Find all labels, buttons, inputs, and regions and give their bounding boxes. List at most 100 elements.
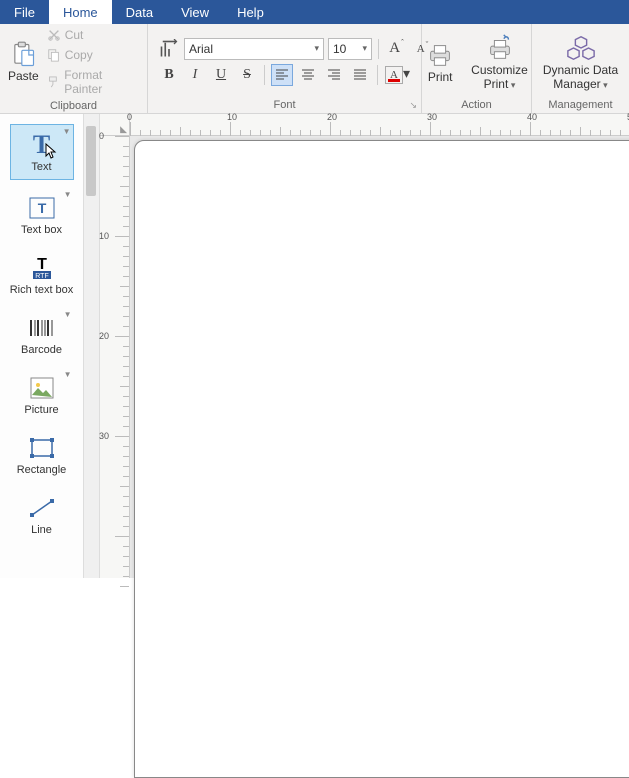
menu-tab-help[interactable]: Help [223, 0, 278, 24]
design-canvas[interactable]: 01020304050 0102030 [100, 114, 629, 578]
chevron-down-icon: ▼ [64, 190, 72, 199]
tool-line[interactable]: Line [10, 488, 74, 540]
scale-button[interactable] [158, 38, 180, 60]
tool-rectangle-label: Rectangle [17, 464, 67, 476]
align-right-icon [327, 68, 341, 82]
tool-picture-label: Picture [24, 404, 58, 416]
dynamic-data-manager-button[interactable]: Dynamic Data Manager [536, 31, 625, 93]
font-color-button[interactable]: A ▾ [384, 64, 414, 86]
ribbon-group-clipboard: Paste Cut Copy Format Painter Clipboard [0, 24, 148, 113]
paste-icon [9, 41, 37, 69]
bold-icon: B [164, 67, 173, 83]
font-size-value: 10 [333, 42, 346, 56]
tool-rich-text-box-label: Rich text box [10, 284, 74, 296]
italic-button[interactable]: I [184, 64, 206, 86]
align-center-button[interactable] [297, 64, 319, 86]
menu-tab-home[interactable]: Home [49, 0, 112, 24]
menu-bar: File Home Data View Help [0, 0, 629, 24]
chevron-down-icon: ▼ [63, 127, 71, 136]
vertical-scrollbar[interactable] [84, 114, 100, 578]
tool-line-label: Line [31, 524, 52, 536]
rectangle-icon [26, 432, 58, 464]
scrollbar-thumb[interactable] [86, 126, 96, 196]
underline-icon: U [216, 67, 226, 83]
grow-font-button[interactable]: Aˆ [385, 38, 407, 60]
font-color-icon: A [385, 66, 403, 84]
rich-text-box-icon: TRTF [26, 252, 58, 284]
font-group-label: Font [152, 97, 417, 113]
separator [377, 65, 378, 85]
copy-button[interactable]: Copy [45, 46, 143, 64]
font-name-value: Arial [189, 42, 213, 56]
format-painter-button[interactable]: Format Painter [45, 66, 143, 98]
vertical-ruler: 0102030 [100, 136, 130, 578]
scale-icon [159, 39, 179, 59]
strikethrough-button[interactable]: S [236, 64, 258, 86]
ruler-corner [100, 114, 130, 136]
underline-button[interactable]: U [210, 64, 232, 86]
page-surface[interactable] [134, 140, 629, 778]
print-label: Print [428, 70, 453, 84]
svg-text:RTF: RTF [35, 273, 48, 280]
customize-print-button[interactable]: Customize Print [465, 31, 534, 93]
chevron-down-icon: ▾ [403, 66, 413, 83]
align-justify-button[interactable] [349, 64, 371, 86]
font-size-select[interactable]: 10 [328, 38, 372, 60]
customize-print-icon [485, 33, 515, 63]
chevron-down-icon: ▼ [64, 370, 72, 379]
paste-button[interactable]: Paste [4, 39, 43, 85]
tool-picture[interactable]: ▼ Picture [10, 368, 74, 420]
tool-text[interactable]: ▼ T Text [10, 124, 74, 180]
format-painter-label: Format Painter [64, 68, 141, 96]
svg-text:T: T [37, 200, 46, 216]
separator [264, 65, 265, 85]
customize-print-label: Customize Print [471, 63, 528, 91]
svg-text:T: T [37, 256, 47, 273]
tool-text-box-label: Text box [21, 224, 62, 236]
barcode-icon [26, 312, 58, 344]
action-group-label: Action [426, 97, 527, 113]
separator [378, 39, 379, 59]
line-icon [26, 492, 58, 524]
menu-tab-file[interactable]: File [0, 0, 49, 24]
print-icon [425, 40, 455, 70]
picture-icon [26, 372, 58, 404]
bold-button[interactable]: B [158, 64, 180, 86]
align-left-icon [275, 68, 289, 82]
main-area: ▼ T Text ▼ T Text box TRTF Rich text box… [0, 114, 629, 578]
ribbon-group-font: Arial 10 Aˆ Aˇ B I U S A ▾ [148, 24, 422, 113]
paste-label: Paste [8, 69, 39, 83]
format-painter-icon [47, 75, 61, 89]
clipboard-group-label: Clipboard [4, 98, 143, 114]
tool-barcode[interactable]: ▼ Barcode [10, 308, 74, 360]
cut-button[interactable]: Cut [45, 26, 143, 44]
copy-label: Copy [65, 48, 93, 62]
align-center-icon [301, 68, 315, 82]
align-right-button[interactable] [323, 64, 345, 86]
dynamic-data-manager-label: Dynamic Data Manager [542, 63, 619, 91]
cut-icon [47, 28, 61, 42]
ribbon: Paste Cut Copy Format Painter Clipboard [0, 24, 629, 114]
copy-icon [47, 48, 61, 62]
ribbon-group-management: Dynamic Data Manager Management [532, 24, 629, 113]
menu-tab-view[interactable]: View [167, 0, 223, 24]
horizontal-ruler: 01020304050 [130, 114, 629, 136]
tool-rectangle[interactable]: Rectangle [10, 428, 74, 480]
cut-label: Cut [65, 28, 84, 42]
text-box-icon: T [26, 192, 58, 224]
align-justify-icon [353, 68, 367, 82]
tool-rich-text-box[interactable]: TRTF Rich text box [10, 248, 74, 300]
strikethrough-icon: S [243, 67, 251, 83]
management-group-label: Management [536, 97, 625, 113]
tool-barcode-label: Barcode [21, 344, 62, 356]
tool-text-label: Text [31, 161, 51, 173]
tool-text-box[interactable]: ▼ T Text box [10, 188, 74, 240]
dynamic-data-manager-icon [566, 33, 596, 63]
cursor-icon [45, 143, 59, 159]
grow-font-icon: A [389, 40, 400, 57]
align-left-button[interactable] [271, 64, 293, 86]
menu-tab-data[interactable]: Data [112, 0, 167, 24]
italic-icon: I [193, 67, 198, 83]
font-name-select[interactable]: Arial [184, 38, 324, 60]
ribbon-group-action: Print Customize Print Action [422, 24, 532, 113]
